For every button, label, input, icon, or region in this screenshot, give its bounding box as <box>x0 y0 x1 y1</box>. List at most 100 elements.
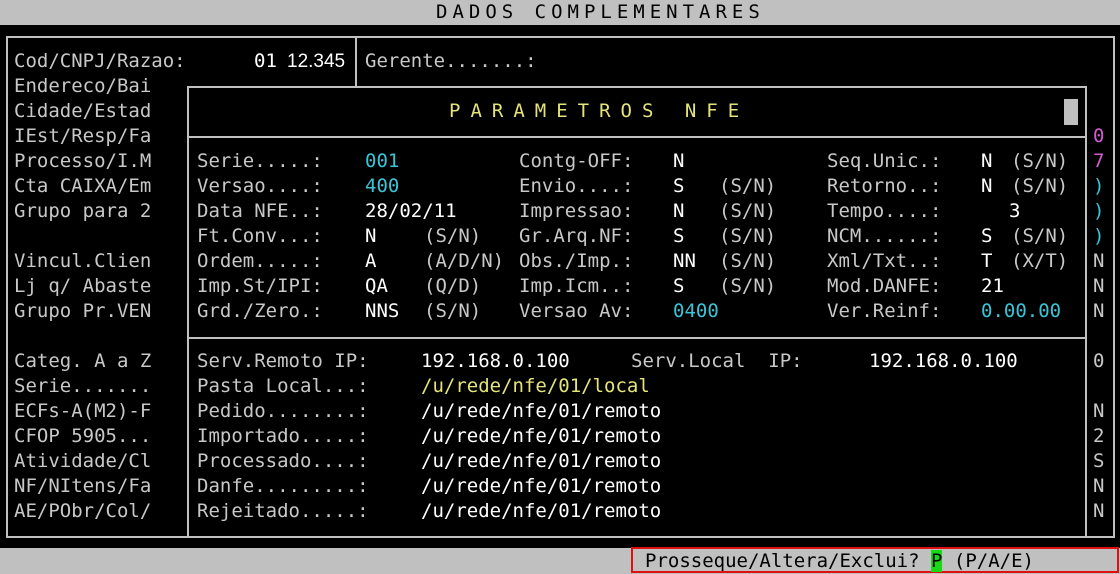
param-value-field[interactable]: N <box>981 149 992 174</box>
param-hint: (S/N) <box>719 250 777 272</box>
dialog-title: PARAMETROS NFE <box>449 100 750 122</box>
right-edge-char: ) <box>1093 200 1105 222</box>
left-label: Grupo para 2 <box>14 200 152 222</box>
param-label: Mod.DANFE: <box>827 275 942 297</box>
path-label: Rejeitado.....: <box>197 500 369 522</box>
prompt-options: (P/A/E) <box>953 550 1034 572</box>
prompt-answer-field[interactable]: P <box>931 550 943 572</box>
path-label: Pedido........: <box>197 400 369 422</box>
param-hint: (S/N) <box>1011 175 1069 197</box>
left-label: Cidade/Estad <box>14 100 152 122</box>
header-divider <box>355 36 357 86</box>
param-hint: (S/N) <box>424 300 482 322</box>
param-value-field[interactable]: T <box>981 249 992 274</box>
right-edge-char: N <box>1093 400 1105 422</box>
path-label: Importado.....: <box>197 425 369 447</box>
left-label: ECFs-A(M2)-F <box>14 400 152 422</box>
right-edge-char: N <box>1093 300 1105 322</box>
path-value-field[interactable]: /u/rede/nfe/01/remoto <box>421 474 661 499</box>
scroll-thumb[interactable] <box>1064 99 1078 125</box>
param-hint: (S/N) <box>719 200 777 222</box>
param-value-field[interactable]: 3 <box>1009 199 1020 224</box>
param-label: Xml/Txt..: <box>827 250 942 272</box>
dialog-title-divider <box>189 136 1085 138</box>
serv-local-label: Serv.Local IP: <box>631 350 803 372</box>
param-hint: (S/N) <box>1011 225 1069 247</box>
left-label: Endereco/Bai <box>14 75 152 97</box>
right-edge-char: 0 <box>1093 350 1105 372</box>
dialog-section-divider <box>189 337 1085 339</box>
param-label: Versao Av: <box>519 300 634 322</box>
param-value-field[interactable]: N <box>673 199 684 224</box>
left-label: Processo/I.M <box>14 150 152 172</box>
param-value-field[interactable]: S <box>673 224 684 249</box>
param-label: NCM......: <box>827 225 942 247</box>
param-value-field[interactable]: NNS <box>365 299 399 324</box>
param-label: Retorno..: <box>827 175 942 197</box>
param-label: Grd./Zero.: <box>197 300 323 322</box>
param-hint: (S/N) <box>424 225 482 247</box>
param-value-field[interactable]: NN <box>673 249 696 274</box>
param-label: Versao....: <box>197 175 323 197</box>
right-edge-char: 2 <box>1093 425 1105 447</box>
param-label: Ver.Reinf: <box>827 300 942 322</box>
param-label: Envio....: <box>519 175 634 197</box>
param-value-field[interactable]: S <box>981 224 992 249</box>
path-value-field[interactable]: /u/rede/nfe/01/remoto <box>421 424 661 449</box>
cod-field[interactable]: 01 <box>254 49 277 74</box>
left-label: Categ. A a Z <box>14 350 152 372</box>
right-edge-char: N <box>1093 475 1105 497</box>
right-edge-char: ) <box>1093 225 1105 247</box>
param-hint: (S/N) <box>719 225 777 247</box>
param-label: Serie.....: <box>197 150 323 172</box>
param-hint: (S/N) <box>719 175 777 197</box>
right-edge-char: S <box>1093 450 1105 472</box>
serv-remoto-ip-field[interactable]: 192.168.0.100 <box>421 349 570 374</box>
param-value-field[interactable]: N <box>981 174 992 199</box>
right-edge-char: 7 <box>1093 150 1105 172</box>
param-label: Seq.Unic.: <box>827 150 942 172</box>
param-value-field[interactable]: QA <box>365 274 388 299</box>
param-label: Impressao: <box>519 200 634 222</box>
param-label: Obs./Imp.: <box>519 250 634 272</box>
path-value-field[interactable]: /u/rede/nfe/01/local <box>421 374 650 399</box>
param-value-field[interactable]: S <box>673 174 684 199</box>
path-label: Processado....: <box>197 450 369 472</box>
path-label: Pasta Local...: <box>197 375 369 397</box>
confirm-prompt: Prosseque/Altera/Exclui? P (P/A/E) <box>645 548 1034 574</box>
right-edge-char: N <box>1093 275 1105 297</box>
param-hint: (X/T) <box>1011 250 1069 272</box>
param-hint: (Q/D) <box>424 275 482 297</box>
param-hint: (A/D/N) <box>424 250 505 272</box>
window-title: DADOS COMPLEMENTARES <box>436 1 765 23</box>
serv-remoto-label: Serv.Remoto IP: <box>197 350 369 372</box>
cnpj-field[interactable]: 12.345 <box>287 49 345 74</box>
gerente-label: Gerente.......: <box>365 50 537 72</box>
param-hint: (S/N) <box>1011 150 1069 172</box>
param-label: Tempo....: <box>827 200 942 222</box>
param-value-field[interactable]: 400 <box>365 174 399 199</box>
param-value-field[interactable]: A <box>365 249 376 274</box>
param-value-field[interactable]: 001 <box>365 149 399 174</box>
right-edge-char: ) <box>1093 175 1105 197</box>
param-label: Data NFE..: <box>197 200 323 222</box>
param-label: Gr.Arq.NF: <box>519 225 634 247</box>
param-value-field[interactable]: 0400 <box>673 299 719 324</box>
param-value-field[interactable]: 21 <box>981 274 1004 299</box>
serv-local-ip-field[interactable]: 192.168.0.100 <box>869 349 1018 374</box>
path-label: Danfe.........: <box>197 475 369 497</box>
left-label: Vincul.Clien <box>14 250 152 272</box>
param-label: Imp.St/IPI: <box>197 275 323 297</box>
path-value-field[interactable]: /u/rede/nfe/01/remoto <box>421 449 661 474</box>
param-hint: (S/N) <box>719 275 777 297</box>
param-value-field[interactable]: S <box>673 274 684 299</box>
right-edge-char: N <box>1093 500 1105 522</box>
param-value-field[interactable]: 28/02/11 <box>365 199 457 224</box>
param-label: Ordem.....: <box>197 250 323 272</box>
left-label: Lj q/ Abaste <box>14 275 152 297</box>
param-value-field[interactable]: N <box>673 149 684 174</box>
path-value-field[interactable]: /u/rede/nfe/01/remoto <box>421 399 661 424</box>
param-value-field[interactable]: N <box>365 224 376 249</box>
param-value-field[interactable]: 0.00.00 <box>981 299 1061 324</box>
path-value-field[interactable]: /u/rede/nfe/01/remoto <box>421 499 661 524</box>
